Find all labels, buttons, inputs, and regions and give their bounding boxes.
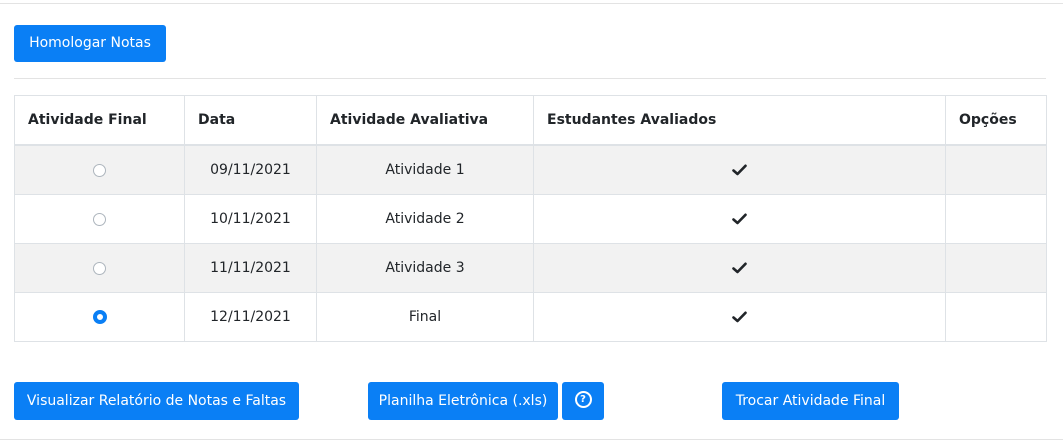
question-circle-icon: ?: [574, 391, 592, 408]
header-estudantes-avaliados: Estudantes Avaliados: [533, 95, 946, 146]
section-divider: [14, 78, 1046, 79]
check-icon: [732, 211, 747, 227]
homologar-notas-button[interactable]: Homologar Notas: [14, 25, 166, 62]
atividade-final-radio[interactable]: [93, 212, 106, 226]
cell-opcoes: [945, 144, 1047, 195]
cell-estudantes-avaliados: [533, 194, 946, 244]
check-icon: [732, 309, 747, 325]
header-opcoes: Opções: [945, 95, 1047, 146]
cell-atividade-avaliativa: Atividade 3: [316, 243, 534, 293]
table-row: 10/11/2021 Atividade 2: [14, 194, 1047, 244]
atividade-final-radio[interactable]: [92, 310, 107, 324]
cell-data: 10/11/2021: [184, 194, 317, 244]
cell-atividade-final: [14, 243, 185, 293]
cell-atividade-avaliativa: Final: [316, 292, 534, 342]
header-data: Data: [184, 95, 317, 146]
table-header-row: Atividade Final Data Atividade Avaliativ…: [14, 95, 1047, 146]
atividade-final-radio[interactable]: [93, 261, 106, 275]
cell-data: 11/11/2021: [184, 243, 317, 293]
cell-atividade-final: [14, 144, 185, 195]
atividades-table: Atividade Final Data Atividade Avaliativ…: [14, 95, 1047, 342]
cell-atividade-final: [14, 292, 185, 342]
trocar-atividade-final-button[interactable]: Trocar Atividade Final: [722, 382, 899, 420]
cell-estudantes-avaliados: [533, 243, 946, 293]
table-row: 12/11/2021 Final: [14, 292, 1047, 342]
cell-atividade-avaliativa: Atividade 1: [316, 144, 534, 195]
check-icon: [732, 162, 747, 178]
table-row: 09/11/2021 Atividade 1: [14, 144, 1047, 195]
top-divider: [0, 3, 1063, 4]
table-row: 11/11/2021 Atividade 3: [14, 243, 1047, 293]
cell-opcoes: [945, 292, 1047, 342]
planilha-eletronica-button[interactable]: Planilha Eletrônica (.xls): [368, 382, 558, 420]
atividade-final-radio[interactable]: [93, 163, 106, 177]
header-atividade-avaliativa: Atividade Avaliativa: [316, 95, 534, 146]
check-icon: [732, 260, 747, 276]
help-button[interactable]: ?: [562, 382, 604, 420]
bottom-divider: [0, 439, 1063, 440]
cell-estudantes-avaliados: [533, 144, 946, 195]
cell-opcoes: [945, 243, 1047, 293]
visualizar-relatorio-button[interactable]: Visualizar Relatório de Notas e Faltas: [14, 382, 299, 420]
header-atividade-final: Atividade Final: [14, 95, 185, 146]
cell-atividade-avaliativa: Atividade 2: [316, 194, 534, 244]
cell-estudantes-avaliados: [533, 292, 946, 342]
cell-atividade-final: [14, 194, 185, 244]
cell-opcoes: [945, 194, 1047, 244]
cell-data: 12/11/2021: [184, 292, 317, 342]
cell-data: 09/11/2021: [184, 144, 317, 195]
